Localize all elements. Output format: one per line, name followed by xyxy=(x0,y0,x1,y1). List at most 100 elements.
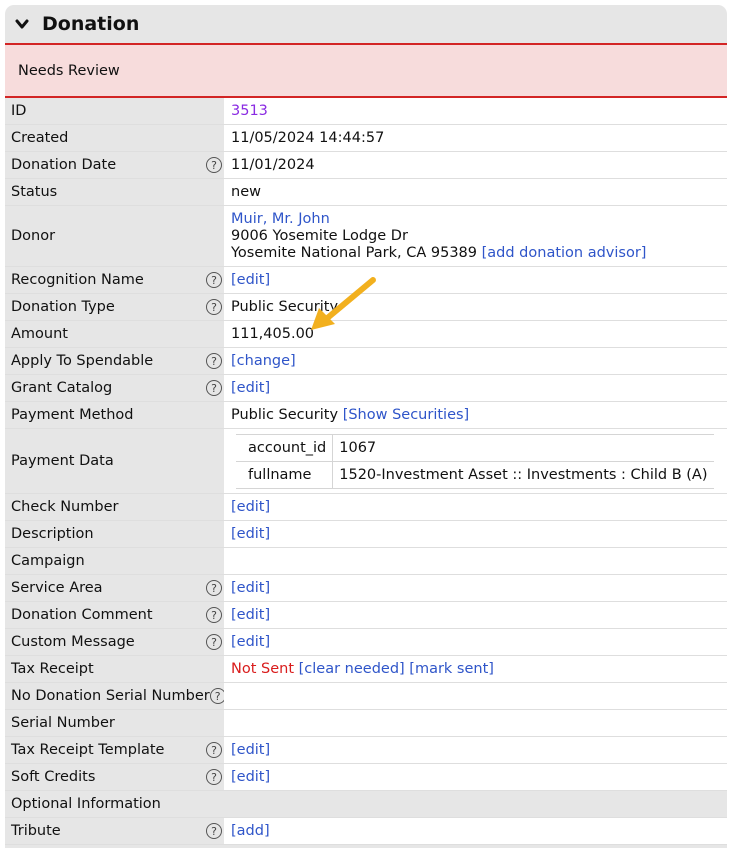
service-area-edit-link[interactable]: [edit] xyxy=(231,580,270,596)
help-icon[interactable]: ? xyxy=(206,769,222,785)
row-tax-receipt-template: Tax Receipt Template? [edit] xyxy=(5,737,727,764)
label-description: Description xyxy=(5,521,224,547)
row-custom-message: Custom Message? [edit] xyxy=(5,629,727,656)
label-id: ID xyxy=(5,98,224,124)
row-campaign: Campaign xyxy=(5,548,727,575)
chevron-down-icon[interactable] xyxy=(15,17,29,31)
donation-comment-edit-link[interactable]: [edit] xyxy=(231,607,270,623)
grant-catalog-edit-link[interactable]: [edit] xyxy=(231,380,270,396)
apply-to-spendable-change-link[interactable]: [change] xyxy=(231,353,296,369)
label-amount: Amount xyxy=(5,321,224,347)
panel-header[interactable]: Donation xyxy=(5,5,727,45)
mark-sent-link[interactable]: [mark sent] xyxy=(409,661,494,677)
table-row: fullname 1520-Investment Asset :: Invest… xyxy=(236,460,714,489)
soft-credits-edit-link[interactable]: [edit] xyxy=(231,769,270,785)
help-icon[interactable]: ? xyxy=(206,823,222,839)
label-tax-receipt-template: Tax Receipt Template xyxy=(11,742,165,758)
help-icon[interactable]: ? xyxy=(206,380,222,396)
payment-method-value: Public Security xyxy=(231,407,339,423)
arrow-icon xyxy=(311,277,376,330)
check-number-edit-link[interactable]: [edit] xyxy=(231,499,270,515)
tax-receipt-status: Not Sent xyxy=(231,661,295,677)
label-optional-information: Optional Information xyxy=(5,791,224,817)
label-tribute: Tribute xyxy=(11,823,61,839)
donation-panel: Donation Needs Review ID 3513 Created 11… xyxy=(5,5,727,848)
label-service-area: Service Area xyxy=(11,580,103,596)
row-optional-information: Optional Information xyxy=(5,791,727,818)
payment-data-value: 1520-Investment Asset :: Investments : C… xyxy=(332,460,714,489)
help-icon[interactable]: ? xyxy=(206,272,222,288)
help-icon[interactable]: ? xyxy=(206,607,222,623)
help-icon[interactable]: ? xyxy=(206,157,222,173)
help-icon[interactable]: ? xyxy=(206,742,222,758)
created-value: 11/05/2024 14:44:57 xyxy=(224,125,727,151)
label-created: Created xyxy=(5,125,224,151)
row-id: ID 3513 xyxy=(5,98,727,125)
label-apply-to-spendable: Apply To Spendable xyxy=(11,353,154,369)
payment-data-value: 1067 xyxy=(332,433,714,461)
row-payment-method: Payment Method Public Security [Show Sec… xyxy=(5,402,727,429)
row-created: Created 11/05/2024 14:44:57 xyxy=(5,125,727,152)
amount-value: 111,405.00 xyxy=(224,321,727,347)
description-edit-link[interactable]: [edit] xyxy=(231,526,270,542)
campaign-value xyxy=(224,548,727,574)
recognition-name-edit-link[interactable]: [edit] xyxy=(231,272,270,288)
label-tax-receipt: Tax Receipt xyxy=(5,656,224,682)
status-banner: Needs Review xyxy=(5,45,727,98)
row-service-area: Service Area? [edit] xyxy=(5,575,727,602)
table-row: account_id 1067 xyxy=(236,433,714,461)
payment-data-key: account_id xyxy=(236,433,334,461)
help-icon[interactable]: ? xyxy=(206,299,222,315)
id-link[interactable]: 3513 xyxy=(231,103,268,119)
row-tribute: Tribute? [add] xyxy=(5,818,727,845)
label-grant-catalog: Grant Catalog xyxy=(11,380,113,396)
label-status: Status xyxy=(5,179,224,205)
label-donation-type: Donation Type xyxy=(11,299,115,315)
status-value: new xyxy=(224,179,727,205)
add-donation-advisor-link[interactable]: [add donation advisor] xyxy=(482,245,647,261)
serial-number-value xyxy=(224,710,727,736)
row-no-donation-serial-number: No Donation Serial Number? xyxy=(5,683,727,710)
row-donation-comment: Donation Comment? [edit] xyxy=(5,602,727,629)
tax-receipt-template-edit-link[interactable]: [edit] xyxy=(231,742,270,758)
donor-address-line1: 9006 Yosemite Lodge Dr xyxy=(231,227,408,244)
payment-data-table: account_id 1067 fullname 1520-Investment… xyxy=(236,433,714,489)
label-donation-comment: Donation Comment xyxy=(11,607,153,623)
row-soft-credits: Soft Credits? [edit] xyxy=(5,764,727,791)
help-icon[interactable]: ? xyxy=(206,580,222,596)
help-icon[interactable]: ? xyxy=(206,634,222,650)
show-securities-link[interactable]: [Show Securities] xyxy=(343,407,470,423)
row-apply-to-spendable: Apply To Spendable? [change] xyxy=(5,348,727,375)
label-donation-date: Donation Date xyxy=(11,157,117,173)
label-soft-credits: Soft Credits xyxy=(11,769,96,785)
donation-type-value: Public Security xyxy=(224,294,727,320)
row-payment-data: Payment Data account_id 1067 fullname 15… xyxy=(5,429,727,494)
label-custom-message: Custom Message xyxy=(11,634,135,650)
label-donor: Donor xyxy=(5,206,224,266)
row-status: Status new xyxy=(5,179,727,206)
label-payment-data: Payment Data xyxy=(5,429,224,493)
donation-date-value: 11/01/2024 xyxy=(224,152,727,178)
row-description: Description [edit] xyxy=(5,521,727,548)
label-no-donation-serial-number: No Donation Serial Number xyxy=(11,688,210,704)
row-grant-catalog: Grant Catalog? [edit] xyxy=(5,375,727,402)
label-recognition-name: Recognition Name xyxy=(11,272,144,288)
clear-needed-link[interactable]: [clear needed] xyxy=(299,661,405,677)
label-check-number: Check Number xyxy=(5,494,224,520)
label-campaign: Campaign xyxy=(5,548,224,574)
donor-name-link[interactable]: Muir, Mr. John xyxy=(231,211,646,228)
label-payment-method: Payment Method xyxy=(5,402,224,428)
row-tax-receipt: Tax Receipt Not Sent [clear needed] [mar… xyxy=(5,656,727,683)
label-serial-number: Serial Number xyxy=(5,710,224,736)
no-donation-serial-value xyxy=(224,683,727,709)
row-check-number: Check Number [edit] xyxy=(5,494,727,521)
payment-data-key: fullname xyxy=(236,460,334,489)
help-icon[interactable]: ? xyxy=(206,353,222,369)
custom-message-edit-link[interactable]: [edit] xyxy=(231,634,270,650)
row-serial-number: Serial Number xyxy=(5,710,727,737)
row-donation-date: Donation Date? 11/01/2024 xyxy=(5,152,727,179)
donor-address-line2: Yosemite National Park, CA 95389 xyxy=(231,244,478,261)
panel-title: Donation xyxy=(42,13,140,35)
row-donor: Donor Muir, Mr. John 9006 Yosemite Lodge… xyxy=(5,206,727,267)
tribute-add-link[interactable]: [add] xyxy=(231,823,270,839)
